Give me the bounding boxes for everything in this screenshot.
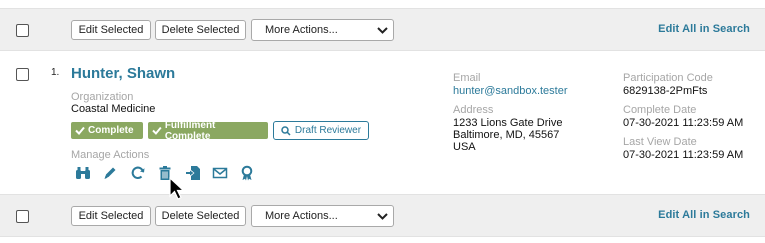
organization-label: Organization — [71, 91, 134, 103]
email-label: Email — [453, 72, 481, 84]
complete-badge-label: Complete — [88, 125, 134, 136]
manage-actions-label: Manage Actions — [71, 149, 150, 161]
pencil-icon[interactable] — [102, 165, 118, 181]
address-line1: 1233 Lions Gate Drive — [453, 117, 563, 129]
complete-date-label: Complete Date — [623, 104, 697, 116]
participation-code-value: 6829138-2PmFts — [623, 85, 708, 97]
participation-code-label: Participation Code — [623, 72, 713, 84]
top-toolbar: Edit Selected Delete Selected More Actio… — [0, 8, 765, 51]
record-row: 1. Hunter, Shawn Organization Coastal Me… — [0, 52, 765, 193]
export-icon[interactable] — [185, 165, 201, 181]
delete-selected-button-bottom[interactable]: Delete Selected — [155, 206, 246, 226]
delete-selected-button[interactable]: Delete Selected — [155, 20, 246, 40]
draft-reviewer-button[interactable]: Draft Reviewer — [273, 121, 369, 140]
last-view-date-value: 07-30-2021 11:23:59 AM — [623, 149, 744, 161]
award-icon[interactable] — [239, 165, 255, 181]
draft-reviewer-label: Draft Reviewer — [294, 125, 362, 136]
edit-selected-button-bottom[interactable]: Edit Selected — [71, 206, 151, 226]
mouse-cursor-icon — [169, 177, 185, 200]
select-all-checkbox[interactable] — [16, 24, 29, 37]
record-checkbox[interactable] — [16, 68, 29, 81]
fulfillment-complete-badge: Fulfillment Complete — [148, 119, 268, 142]
more-actions-value-bottom: More Actions... — [265, 210, 338, 222]
checkmark-icon — [152, 126, 162, 135]
edit-selected-button[interactable]: Edit Selected — [71, 20, 151, 40]
chevron-down-icon — [377, 213, 388, 220]
more-actions-select-bottom[interactable]: More Actions... — [251, 205, 394, 227]
record-index: 1. — [51, 67, 60, 78]
more-actions-value: More Actions... — [265, 24, 338, 36]
complete-badge: Complete — [71, 122, 143, 139]
binoculars-icon[interactable] — [75, 165, 91, 181]
participant-name-link[interactable]: Hunter, Shawn — [71, 65, 175, 82]
checkmark-icon — [75, 126, 85, 135]
last-view-date-label: Last View Date — [623, 136, 697, 148]
select-all-checkbox-bottom[interactable] — [16, 210, 29, 223]
complete-date-value: 07-30-2021 11:23:59 AM — [623, 117, 744, 129]
chevron-down-icon — [377, 27, 388, 34]
envelope-icon[interactable] — [212, 165, 228, 181]
address-label: Address — [453, 104, 494, 116]
bottom-toolbar: Edit Selected Delete Selected More Actio… — [0, 194, 765, 237]
refresh-icon[interactable] — [130, 165, 146, 181]
address-line2: Baltimore, MD, 45567 — [453, 129, 560, 141]
search-icon — [281, 125, 291, 136]
fulfillment-badge-label: Fulfillment Complete — [164, 119, 216, 142]
edit-all-in-search-link-bottom[interactable]: Edit All in Search — [658, 209, 750, 221]
address-line3: USA — [453, 141, 476, 153]
organization-value: Coastal Medicine — [71, 103, 156, 115]
edit-all-in-search-link[interactable]: Edit All in Search — [658, 23, 750, 35]
more-actions-select[interactable]: More Actions... — [251, 19, 394, 41]
email-link[interactable]: hunter@sandbox.tester — [453, 85, 568, 97]
